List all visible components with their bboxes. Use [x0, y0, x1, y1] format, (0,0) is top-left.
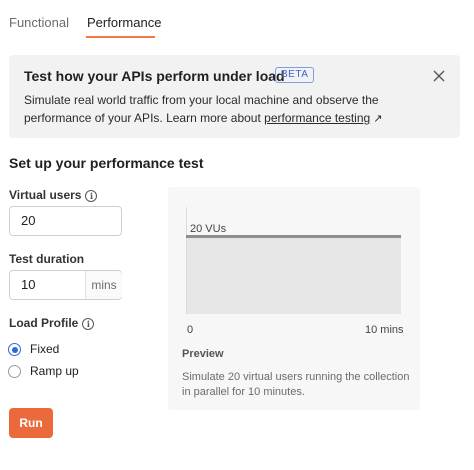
- tab-functional[interactable]: Functional: [9, 15, 69, 30]
- virtual-users-value: 20: [21, 213, 36, 228]
- test-duration-value: 10: [21, 277, 36, 292]
- preview-title: Preview: [182, 348, 224, 360]
- chart-y-axis: [186, 207, 187, 314]
- x-tick-start: 0: [187, 324, 194, 336]
- setup-title: Set up your performance test: [9, 155, 204, 171]
- duration-unit: mins: [85, 271, 122, 299]
- external-link-icon[interactable]: ↗: [373, 113, 382, 125]
- tab-performance[interactable]: Performance: [87, 15, 161, 30]
- radio-fixed-label: Fixed: [30, 342, 60, 356]
- beta-badge: BETA: [275, 67, 315, 83]
- load-preview-chart: 20 VUs: [186, 207, 402, 317]
- test-duration-input[interactable]: 10 mins: [9, 270, 122, 300]
- performance-testing-link[interactable]: performance testing: [264, 111, 370, 125]
- close-icon[interactable]: [430, 67, 448, 85]
- chart-fill: [186, 236, 401, 314]
- active-tab-indicator: [86, 36, 155, 38]
- preview-description: Simulate 20 virtual users running the co…: [182, 371, 410, 398]
- info-icon[interactable]: i: [82, 318, 95, 330]
- chart-series-line: [186, 235, 401, 238]
- virtual-users-label-text: Virtual users: [9, 188, 82, 202]
- info-icon[interactable]: i: [85, 190, 98, 202]
- test-duration-label: Test duration: [9, 252, 85, 266]
- radio-fixed[interactable]: [8, 343, 21, 356]
- run-button[interactable]: Run: [9, 408, 53, 438]
- radio-ramp-up[interactable]: [8, 365, 21, 378]
- virtual-users-label: Virtual users i: [9, 188, 98, 202]
- info-banner: Test how your APIs perform under load BE…: [9, 55, 460, 138]
- load-profile-label: Load Profile i: [9, 316, 95, 330]
- chart-series-label: 20 VUs: [190, 223, 227, 235]
- virtual-users-input[interactable]: 20: [9, 206, 122, 236]
- banner-title: Test how your APIs perform under load: [24, 68, 285, 84]
- x-tick-end: 10 mins: [365, 324, 404, 336]
- tab-bar: Functional Performance: [0, 0, 474, 40]
- load-profile-label-text: Load Profile: [9, 316, 79, 330]
- radio-ramp-up-label: Ramp up: [30, 364, 79, 378]
- banner-description: Simulate real world traffic from your lo…: [24, 91, 449, 128]
